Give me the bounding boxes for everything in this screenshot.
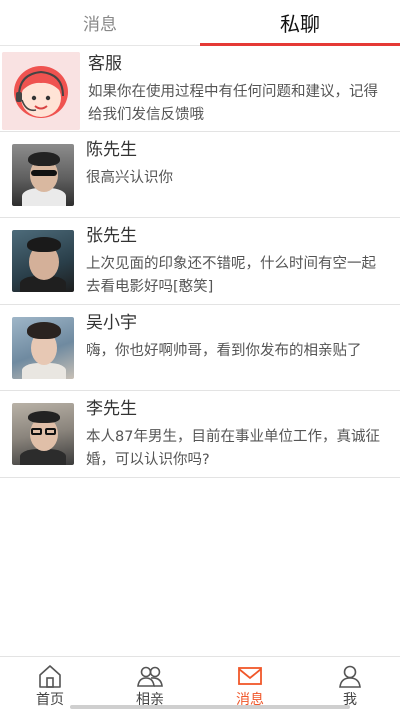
- conversation-item[interactable]: 吴小宇 嗨，你也好啊帅哥，看到你发布的相亲贴了: [0, 305, 400, 391]
- customer-service-icon: [2, 52, 80, 130]
- conversation-item[interactable]: 陈先生 很高兴认识你: [0, 132, 400, 218]
- conversation-preview: 如果你在使用过程中有任何问题和建议，记得给我们发信反馈哦: [88, 84, 378, 123]
- nav-home[interactable]: 首页: [0, 657, 100, 711]
- home-indicator: [70, 705, 350, 709]
- tab-messages[interactable]: 消息: [0, 0, 200, 45]
- conversation-name: 张先生: [86, 226, 137, 246]
- conversation-preview: 本人87年男生，目前在事业单位工作，真诚征婚，可以认识你吗?: [86, 429, 380, 468]
- conversation-item[interactable]: 李先生 本人87年男生，目前在事业单位工作，真诚征婚，可以认识你吗?: [0, 391, 400, 478]
- bottom-nav: 首页 相亲 消息 我: [0, 656, 400, 711]
- nav-home-label: 首页: [36, 692, 64, 708]
- conversation-name: 客服: [88, 54, 122, 74]
- nav-messages[interactable]: 消息: [200, 657, 300, 711]
- conversation-name: 陈先生: [86, 140, 137, 160]
- people-icon: [137, 666, 163, 687]
- conversation-preview: 嗨，你也好啊帅哥，看到你发布的相亲贴了: [86, 343, 362, 359]
- avatar: [2, 52, 80, 130]
- top-tab-bar: 消息 私聊: [0, 0, 400, 46]
- conversation-name: 李先生: [86, 399, 137, 419]
- conversation-preview: 上次见面的印象还不错呢，什么时间有空一起去看电影好吗[憨笑]: [86, 256, 376, 295]
- avatar: [12, 403, 74, 465]
- conversation-preview: 很高兴认识你: [86, 170, 173, 186]
- avatar: [12, 317, 74, 379]
- nav-matchmaking[interactable]: 相亲: [100, 657, 200, 711]
- home-icon: [39, 665, 61, 688]
- conversation-item-customer-service[interactable]: 客服 如果你在使用过程中有任何问题和建议，记得给我们发信反馈哦: [0, 46, 400, 132]
- mail-icon: [238, 667, 262, 685]
- conversation-name: 吴小宇: [86, 313, 137, 333]
- conversation-list: 客服 如果你在使用过程中有任何问题和建议，记得给我们发信反馈哦 陈先生 很高兴认…: [0, 46, 400, 478]
- avatar: [12, 230, 74, 292]
- conversation-item[interactable]: 张先生 上次见面的印象还不错呢，什么时间有空一起去看电影好吗[憨笑]: [0, 218, 400, 305]
- avatar: [12, 144, 74, 206]
- tab-private-chat[interactable]: 私聊: [200, 0, 400, 46]
- person-icon: [339, 665, 361, 688]
- nav-me[interactable]: 我: [300, 657, 400, 711]
